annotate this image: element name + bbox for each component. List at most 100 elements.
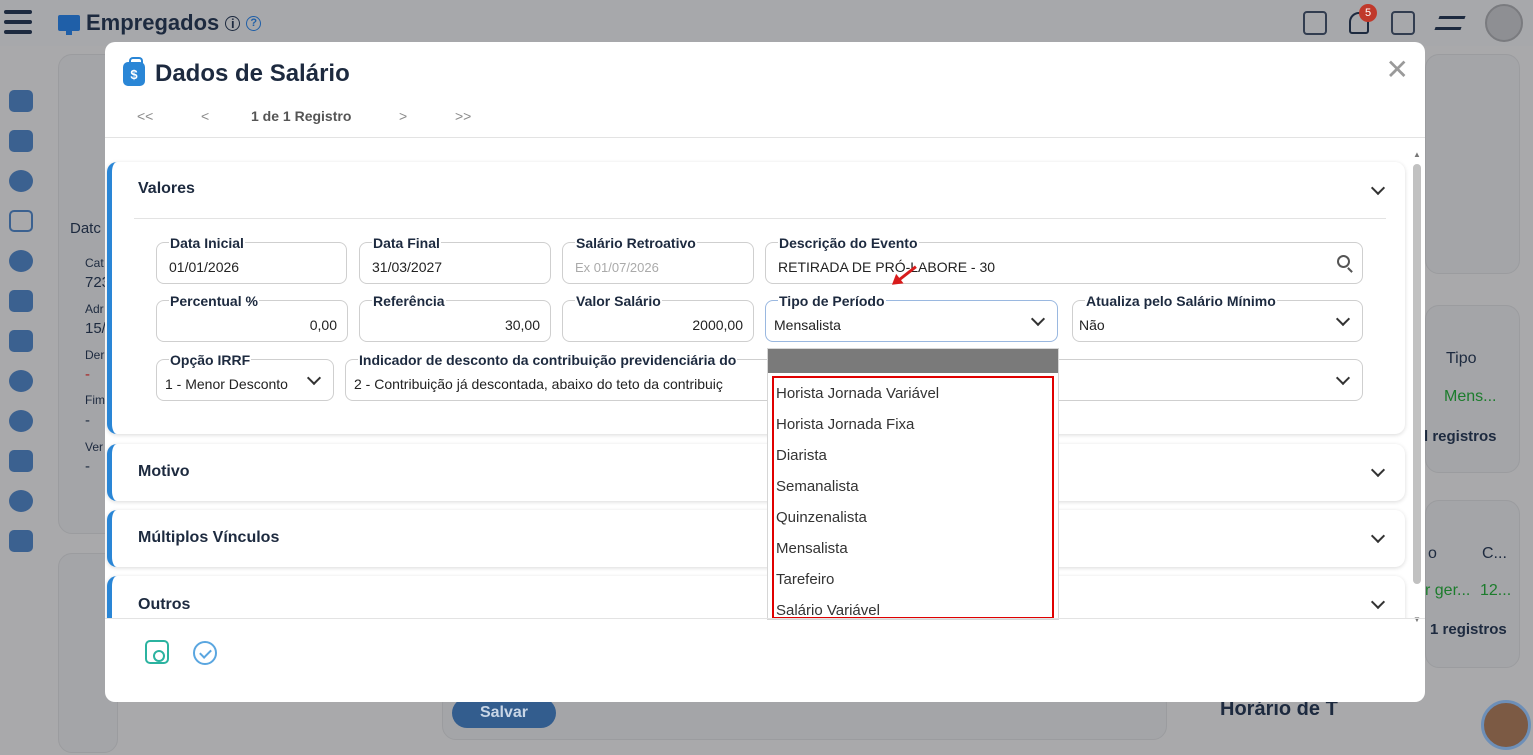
scrollbar-thumb[interactable] xyxy=(1413,164,1421,584)
close-icon[interactable]: ✕ xyxy=(1386,56,1409,84)
chevron-down-icon[interactable] xyxy=(1370,528,1386,544)
field-value: 2 - Contribuição já descontada, abaixo d… xyxy=(354,376,723,392)
chevron-down-icon[interactable] xyxy=(1335,311,1351,327)
user-settings-icon[interactable] xyxy=(9,90,33,112)
bg-cell: 12... xyxy=(1480,582,1512,599)
field-value: 31/03/2027 xyxy=(372,259,443,275)
dropdown-option[interactable]: Mensalista xyxy=(774,533,1052,564)
dropdown-option[interactable]: Horista Jornada Fixa xyxy=(774,409,1052,440)
first-page-button[interactable]: << xyxy=(137,108,201,124)
background-save-label: Salvar xyxy=(479,704,529,721)
divider xyxy=(105,137,1425,138)
sidebar xyxy=(0,90,44,570)
section-valores: Valores Data Inicial 01/01/2026 Data Fin… xyxy=(107,162,1405,434)
save-icon[interactable] xyxy=(145,640,169,664)
bg-cell: r ger... xyxy=(1425,582,1471,599)
dropdown-option[interactable]: Diarista xyxy=(774,440,1052,471)
atualiza-salario-minimo-select[interactable]: Atualiza pelo Salário Mínimo Não xyxy=(1072,293,1363,342)
info-icon[interactable]: i xyxy=(225,15,241,31)
section-title[interactable]: Múltiplos Vínculos xyxy=(138,529,279,547)
section-motivo[interactable]: Motivo xyxy=(107,444,1405,501)
notification-badge: 5 xyxy=(1359,4,1377,22)
report-icon[interactable] xyxy=(1391,11,1415,35)
section-multiplos-vinculos[interactable]: Múltiplos Vínculos xyxy=(107,510,1405,567)
section-title[interactable]: Valores xyxy=(138,180,195,198)
section-outros[interactable]: Outros xyxy=(107,576,1405,618)
bg-record-count: 1 registros xyxy=(1430,621,1507,638)
search-icon[interactable] xyxy=(1337,255,1350,268)
descricao-evento-field[interactable]: Descrição do Evento RETIRADA DE PRÓ-LABO… xyxy=(765,235,1363,284)
divider xyxy=(105,618,1425,619)
field-label: Atualiza pelo Salário Mínimo xyxy=(1085,293,1277,309)
bg-label: Adr xyxy=(85,302,104,316)
app-title: Empregados i ? xyxy=(58,10,262,36)
menu-icon[interactable] xyxy=(4,10,32,40)
referencia-field[interactable]: Referência 30,00 xyxy=(359,293,551,342)
next-page-button[interactable]: > xyxy=(399,108,455,124)
dropdown-option[interactable]: Quinzenalista xyxy=(774,502,1052,533)
chevron-down-icon[interactable] xyxy=(306,370,322,386)
bg-label: Datc xyxy=(70,220,101,237)
scroll-down-icon[interactable]: ▼ xyxy=(1413,615,1421,624)
dropdown-option[interactable]: Horista Jornada Variável xyxy=(774,378,1052,409)
salary-modal: $ Dados de Salário ✕ << < 1 de 1 Registr… xyxy=(105,42,1425,702)
employees-icon[interactable] xyxy=(9,210,33,232)
section-title[interactable]: Outros xyxy=(138,596,190,614)
graduation-cap-icon[interactable] xyxy=(1434,16,1466,30)
dropdown-option[interactable]: Semanalista xyxy=(774,471,1052,502)
divider xyxy=(134,218,1386,219)
data-inicial-field[interactable]: Data Inicial 01/01/2026 xyxy=(156,235,347,284)
clock-icon[interactable] xyxy=(9,170,33,192)
field-value: 01/01/2026 xyxy=(169,259,240,275)
help-icon[interactable]: ? xyxy=(246,15,262,31)
money-icon[interactable] xyxy=(9,250,33,272)
chevron-down-icon[interactable] xyxy=(1335,370,1351,386)
dropdown-option[interactable]: Salário Variável xyxy=(774,595,1052,626)
field-label: Salário Retroativo xyxy=(575,235,697,251)
bg-value: - xyxy=(85,366,90,383)
money-bag-icon[interactable] xyxy=(9,410,33,432)
field-label: Percentual % xyxy=(169,293,259,309)
bg-column-header: C... xyxy=(1482,545,1507,562)
chevron-down-icon[interactable] xyxy=(1030,311,1046,327)
opcao-irrf-select[interactable]: Opção IRRF 1 - Menor Desconto xyxy=(156,352,334,401)
handshake-icon[interactable] xyxy=(9,130,33,152)
tipo-periodo-select[interactable]: Tipo de Período Mensalista xyxy=(765,293,1058,342)
tools-icon[interactable] xyxy=(9,330,33,352)
calculator-icon[interactable] xyxy=(9,290,33,312)
modal-header: $ Dados de Salário xyxy=(123,57,350,88)
search-icon[interactable] xyxy=(9,490,33,512)
chevron-down-icon[interactable] xyxy=(1370,594,1386,610)
field-label: Referência xyxy=(372,293,446,309)
bg-column-header: o xyxy=(1428,545,1437,562)
field-label: Descrição do Evento xyxy=(778,235,919,251)
modal-title: Dados de Salário xyxy=(155,60,350,87)
data-final-field[interactable]: Data Final 31/03/2027 xyxy=(359,235,551,284)
layers-icon[interactable] xyxy=(9,450,33,472)
network-icon[interactable] xyxy=(9,370,33,392)
home-icon[interactable] xyxy=(9,530,33,552)
bell-icon[interactable]: 5 xyxy=(1349,4,1377,34)
document-icon[interactable] xyxy=(1303,11,1327,35)
percentual-field[interactable]: Percentual % 0,00 xyxy=(156,293,348,342)
section-title[interactable]: Motivo xyxy=(138,463,190,481)
bg-record-count: l registros xyxy=(1424,428,1497,445)
bg-label: Fim xyxy=(85,393,105,407)
prev-page-button[interactable]: < xyxy=(201,108,251,124)
confirm-icon[interactable] xyxy=(193,641,217,665)
chevron-down-icon[interactable] xyxy=(1370,462,1386,478)
background-card-right-1 xyxy=(1425,54,1520,274)
valor-salario-field[interactable]: Valor Salário 2000,00 xyxy=(562,293,754,342)
scrollbar[interactable]: ▲ ▼ xyxy=(1413,150,1421,624)
assistant-avatar[interactable] xyxy=(1481,700,1531,750)
bg-label: Ver xyxy=(85,440,104,454)
user-avatar[interactable] xyxy=(1485,4,1523,42)
background-save-button: Salvar xyxy=(452,698,556,728)
dropdown-option[interactable]: Tarefeiro xyxy=(774,564,1052,595)
field-label: Valor Salário xyxy=(575,293,662,309)
salario-retroativo-field[interactable]: Salário Retroativo Ex 01/07/2026 xyxy=(562,235,754,284)
field-label: Data Inicial xyxy=(169,235,245,251)
chevron-down-icon[interactable] xyxy=(1370,180,1386,196)
last-page-button[interactable]: >> xyxy=(455,108,471,124)
scroll-up-icon[interactable]: ▲ xyxy=(1413,150,1421,159)
